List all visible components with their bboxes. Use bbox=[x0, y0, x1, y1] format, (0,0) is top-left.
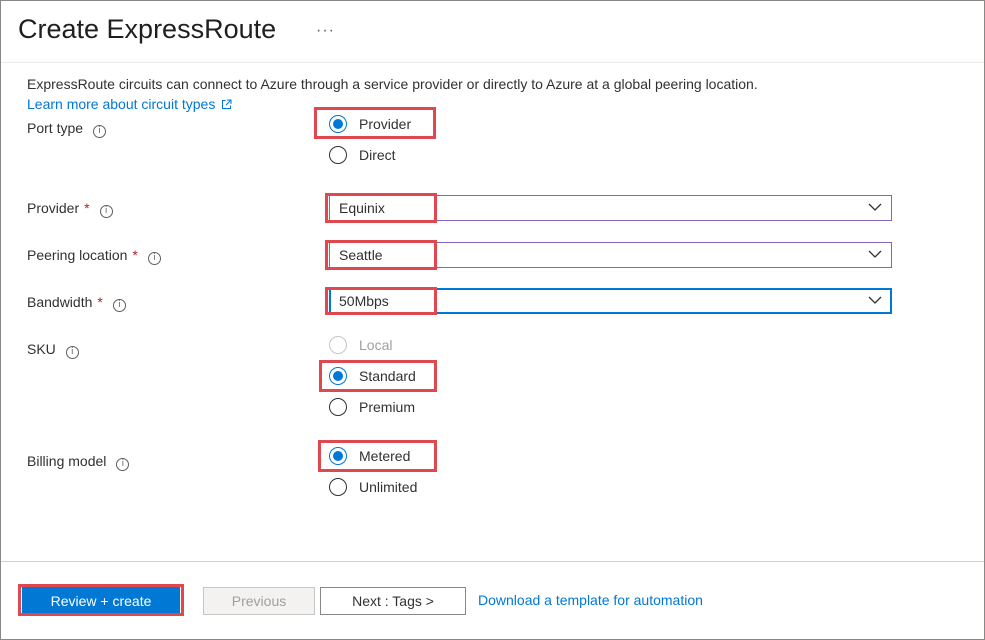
intro-description: ExpressRoute circuits can connect to Azu… bbox=[27, 76, 758, 92]
chevron-down-icon bbox=[868, 250, 882, 258]
required-marker: * bbox=[84, 200, 90, 216]
billing-model-label: Billing model i bbox=[27, 453, 130, 471]
info-icon[interactable]: i bbox=[147, 252, 161, 265]
peering-location-dropdown[interactable]: Seattle bbox=[329, 242, 892, 268]
info-icon[interactable]: i bbox=[116, 458, 130, 471]
bandwidth-label: Bandwidth * i bbox=[27, 294, 126, 312]
port-type-label: Port type i bbox=[27, 120, 107, 138]
radio-label: Direct bbox=[359, 147, 396, 163]
more-options-button[interactable]: ··· bbox=[316, 22, 335, 40]
billing-metered-radio[interactable]: Metered bbox=[329, 445, 410, 467]
sku-premium-radio[interactable]: Premium bbox=[329, 396, 415, 418]
review-create-button[interactable]: Review + create bbox=[22, 587, 180, 615]
radio-circle bbox=[329, 447, 347, 465]
radio-label: Unlimited bbox=[359, 479, 418, 495]
peering-location-value: Seattle bbox=[339, 247, 383, 263]
page-title: Create ExpressRoute bbox=[18, 14, 277, 44]
radio-label: Local bbox=[359, 337, 393, 353]
bandwidth-dropdown[interactable]: 50Mbps bbox=[329, 288, 892, 314]
port-type-label-text: Port type bbox=[27, 120, 84, 136]
provider-dropdown[interactable]: Equinix bbox=[329, 195, 892, 221]
radio-label: Premium bbox=[359, 399, 416, 415]
radio-label: Standard bbox=[359, 368, 416, 384]
port-type-direct-radio[interactable]: Direct bbox=[329, 144, 396, 166]
required-marker: * bbox=[132, 247, 138, 263]
provider-label: Provider * i bbox=[27, 200, 113, 218]
radio-circle bbox=[329, 146, 347, 164]
required-marker: * bbox=[97, 294, 103, 310]
radio-dot bbox=[333, 119, 343, 129]
info-icon[interactable]: i bbox=[93, 125, 107, 138]
info-icon[interactable]: i bbox=[112, 299, 126, 312]
header-divider bbox=[1, 62, 984, 63]
radio-circle bbox=[329, 115, 347, 133]
sku-local-radio[interactable]: Local bbox=[329, 334, 392, 356]
provider-value: Equinix bbox=[339, 200, 385, 216]
sku-label-text: SKU bbox=[27, 341, 56, 357]
radio-circle bbox=[329, 398, 347, 416]
radio-circle bbox=[329, 367, 347, 385]
sku-standard-radio[interactable]: Standard bbox=[329, 365, 416, 387]
info-icon[interactable]: i bbox=[99, 205, 113, 218]
footer-divider bbox=[1, 561, 984, 562]
radio-label: Metered bbox=[359, 448, 411, 464]
provider-label-text: Provider bbox=[27, 200, 80, 216]
radio-circle bbox=[329, 478, 347, 496]
radio-dot bbox=[333, 371, 343, 381]
download-template-link[interactable]: Download a template for automation bbox=[478, 592, 703, 608]
learn-more-link[interactable]: Learn more about circuit types bbox=[27, 96, 232, 112]
radio-circle bbox=[329, 336, 347, 354]
bandwidth-value: 50Mbps bbox=[339, 293, 389, 309]
chevron-down-icon bbox=[868, 203, 882, 211]
next-tags-button[interactable]: Next : Tags > bbox=[320, 587, 466, 615]
radio-dot bbox=[333, 451, 343, 461]
external-link-icon bbox=[222, 99, 232, 109]
radio-label: Provider bbox=[359, 116, 412, 132]
peering-location-label-text: Peering location bbox=[27, 247, 128, 263]
learn-more-link-label: Learn more about circuit types bbox=[27, 96, 216, 112]
chevron-down-icon bbox=[868, 296, 882, 304]
info-icon[interactable]: i bbox=[65, 346, 79, 359]
peering-location-label: Peering location * i bbox=[27, 247, 161, 265]
billing-model-label-text: Billing model bbox=[27, 453, 107, 469]
port-type-provider-radio[interactable]: Provider bbox=[329, 113, 411, 135]
previous-button[interactable]: Previous bbox=[203, 587, 315, 615]
sku-label: SKU i bbox=[27, 341, 79, 359]
bandwidth-label-text: Bandwidth bbox=[27, 294, 93, 310]
billing-unlimited-radio[interactable]: Unlimited bbox=[329, 476, 417, 498]
